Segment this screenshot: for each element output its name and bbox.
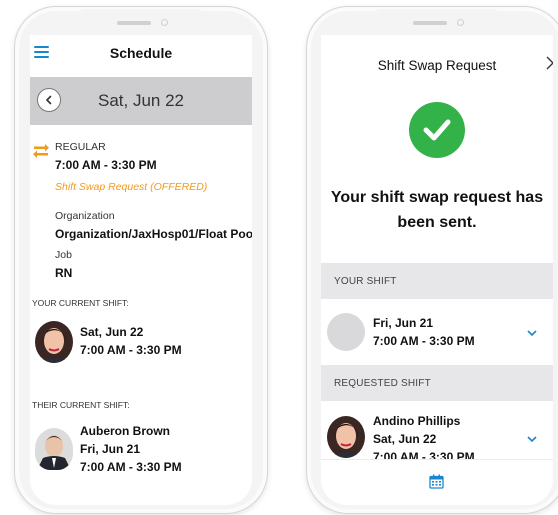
your-shift-date: Fri, Jun 21 [373,316,434,330]
requested-shift-header-text: REQUESTED SHIFT [334,378,431,389]
swap-confirmation-screen: Shift Swap Request Your shift swap reque… [321,35,553,505]
requested-date: Sat, Jun 22 [373,432,437,446]
avatar [327,313,365,351]
job-label: Job [55,249,72,261]
message-line: been sent. [397,214,477,231]
page-title: Schedule [109,45,173,61]
speaker-grille [117,21,151,25]
your-shift-date: Sat, Jun 22 [80,325,144,339]
bottom-nav [321,459,553,505]
your-shift-header-text: YOUR SHIFT [334,276,397,287]
your-shift-time: 7:00 AM - 3:30 PM [373,334,475,348]
your-shift-caption: YOUR CURRENT SHIFT: [32,298,129,308]
schedule-screen: Schedule Sat, Jun 22 REGULAR 7:00 AM - 3… [30,35,252,505]
their-name: Auberon Brown [80,424,170,438]
organization-label: Organization [55,210,115,222]
front-camera [457,19,464,26]
success-badge [409,102,465,158]
right-phone-frame: Shift Swap Request Your shift swap reque… [306,6,558,514]
avatar [35,428,73,470]
organization-value: Organization/JaxHosp01/Float Pool [55,227,252,241]
left-phone-frame: Schedule Sat, Jun 22 REGULAR 7:00 AM - 3… [14,6,268,514]
job-value: RN [55,266,73,280]
requested-name: Andino Phillips [373,414,461,428]
your-shift-time: 7:00 AM - 3:30 PM [80,343,182,357]
avatar [35,321,73,363]
chevron-down-icon[interactable] [527,435,537,443]
their-shift-date: Fri, Jun 21 [80,442,141,456]
selected-date: Sat, Jun 22 [97,91,184,110]
front-camera [161,19,168,26]
speaker-grille [413,21,447,25]
date-header: Sat, Jun 22 [30,77,252,125]
close-icon[interactable] [545,55,553,71]
swap-status[interactable]: Shift Swap Request (OFFERED) [55,181,207,193]
message-line: Your shift swap request has [330,189,544,206]
their-shift-caption: THEIR CURRENT SHIFT: [32,400,130,410]
requested-shift-header: REQUESTED SHIFT [321,365,553,401]
page-title: Shift Swap Request [377,58,497,73]
phone-notch [377,9,497,35]
chevron-down-icon[interactable] [527,329,537,337]
calendar-icon[interactable] [429,474,444,489]
phone-notch [81,9,201,35]
checkmark-icon [423,119,451,141]
your-shift-header: YOUR SHIFT [321,263,553,299]
their-shift-time: 7:00 AM - 3:30 PM [80,460,182,474]
swap-icon [33,144,49,158]
shift-time: 7:00 AM - 3:30 PM [55,158,157,172]
shift-type: REGULAR [55,141,106,153]
avatar [327,416,365,458]
confirmation-message: Your shift swap request has been sent. [321,185,553,235]
